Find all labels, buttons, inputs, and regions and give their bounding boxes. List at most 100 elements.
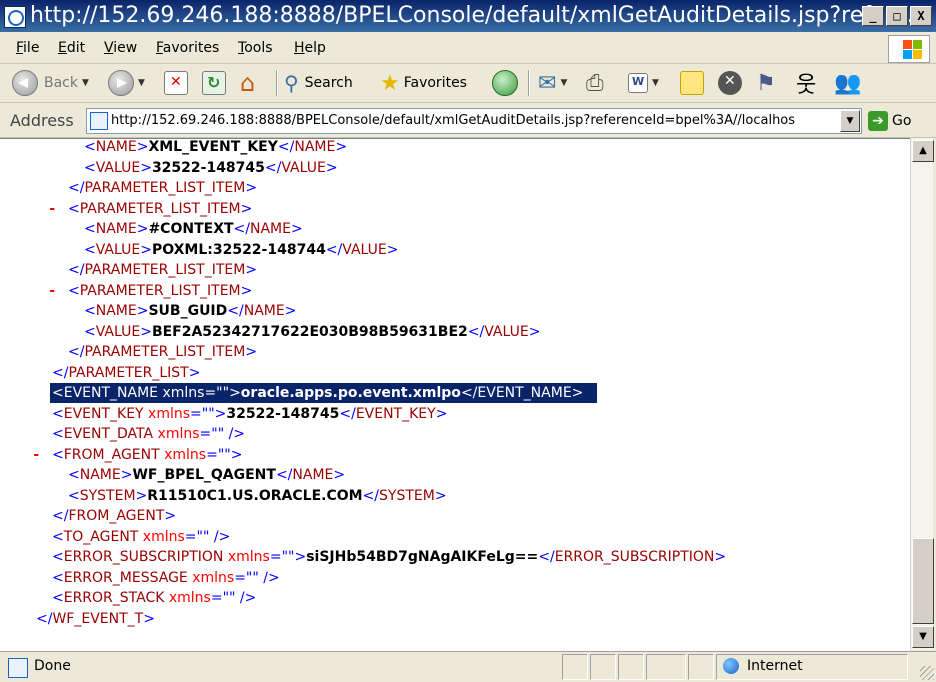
mail-dropdown-icon[interactable]: ▼	[560, 78, 567, 88]
address-input[interactable]: http://152.69.246.188:8888/BPELConsole/d…	[86, 108, 862, 134]
stop-icon: ✕	[164, 71, 188, 95]
window-controls: _ □ X	[862, 6, 932, 26]
menu-edit[interactable]: Edit	[58, 40, 85, 56]
xml-markup: ="" />	[199, 426, 246, 442]
menu-help[interactable]: Help	[294, 40, 326, 56]
home-button[interactable]: ⌂	[240, 68, 255, 98]
xml-text-value: 32522-148745	[151, 159, 265, 176]
xml-tag-name: VALUE	[484, 323, 529, 340]
xml-attribute: xmlns	[164, 590, 211, 606]
menu-view[interactable]: View	[104, 40, 137, 56]
xml-line: - <FROM_AGENT xmlns="">	[32, 445, 242, 465]
back-dropdown-icon[interactable]: ▼	[82, 78, 89, 88]
refresh-button[interactable]: ↻	[202, 68, 226, 98]
xml-line: </WF_EVENT_T>	[36, 609, 155, 629]
discuss-button[interactable]	[680, 68, 704, 98]
home-icon: ⌂	[240, 69, 256, 97]
scroll-up-button[interactable]: ▲	[912, 140, 934, 162]
xml-line: <EVENT_KEY xmlns="">32522-148745</EVENT_…	[52, 404, 447, 424]
xml-text-value: 32522-148745	[226, 405, 340, 422]
browser-window: http://152.69.246.188:8888/BPELConsole/d…	[0, 0, 936, 682]
user-button[interactable]: 웃	[796, 68, 816, 98]
xml-text-value: WF_BPEL_QAGENT	[132, 467, 276, 483]
collapse-toggle-icon[interactable]: -	[48, 199, 56, 219]
edit-button[interactable]: W ▼	[628, 68, 659, 98]
vertical-scrollbar[interactable]: ▲ ▼	[910, 138, 934, 650]
xml-attribute: xmlns	[223, 549, 270, 565]
xml-tag-name: EVENT_KEY	[355, 405, 436, 422]
menu-tools[interactable]: Tools	[238, 40, 273, 56]
maximize-button[interactable]: □	[886, 6, 908, 26]
menu-favorites-accel: F	[156, 40, 163, 56]
collapse-toggle-icon[interactable]: -	[48, 281, 56, 301]
print-button[interactable]: ⎙	[586, 68, 604, 98]
favorites-button[interactable]: ★ Favorites	[380, 68, 467, 98]
xml-markup: >	[386, 241, 399, 258]
xml-line: <VALUE>POXML:32522-148744</VALUE>	[84, 240, 398, 260]
ie-page-icon	[4, 6, 26, 28]
status-panel	[688, 654, 714, 680]
xml-markup: <	[52, 385, 64, 401]
xml-markup: </	[325, 241, 343, 258]
internet-globe-icon	[723, 658, 739, 674]
stop-button[interactable]: ✕	[164, 68, 188, 98]
xml-line: </FROM_AGENT>	[52, 506, 176, 526]
contacts-button[interactable]: 👥	[834, 68, 861, 98]
xml-markup: <	[84, 139, 96, 155]
xml-markup: >	[284, 303, 297, 319]
scroll-thumb[interactable]	[912, 538, 934, 624]
collapse-toggle-icon[interactable]: -	[32, 445, 40, 465]
scroll-down-button[interactable]: ▼	[912, 626, 934, 648]
xml-markup: ="" />	[234, 569, 280, 586]
back-label: Back	[44, 75, 78, 91]
resize-grip-icon[interactable]	[920, 666, 934, 680]
mail-button[interactable]: ✉ ▼	[538, 68, 567, 98]
xml-tag-name: FROM_AGENT	[68, 508, 165, 524]
xml-line: <ERROR_SUBSCRIPTION xmlns="">siSJHb54BD7…	[52, 547, 726, 567]
history-button[interactable]	[492, 68, 518, 98]
minimize-button[interactable]: _	[862, 6, 884, 26]
xml-markup: <	[68, 282, 80, 299]
xml-text-value: BEF2A52342717622E030B98B59631BE2	[151, 323, 468, 340]
xml-markup: >	[435, 405, 448, 422]
go-button[interactable]: ➔ Go	[868, 110, 911, 132]
xml-attribute: xmlns	[143, 405, 191, 422]
xml-markup: >	[136, 221, 149, 237]
menu-file[interactable]: File	[16, 40, 39, 56]
xml-line: <NAME>SUB_GUID</NAME>	[84, 301, 296, 321]
user-icon: 웃	[796, 73, 817, 98]
xml-markup: >	[120, 467, 133, 483]
xml-markup: </	[467, 323, 485, 340]
xml-markup: >	[164, 508, 177, 524]
xml-markup: >	[333, 467, 346, 483]
xml-markup: <	[68, 487, 80, 504]
xml-markup: </	[538, 549, 555, 565]
status-panel	[590, 654, 616, 680]
forward-button[interactable]: ▼	[108, 68, 145, 98]
windows-logo-icon	[888, 35, 930, 63]
menu-help-label: elp	[304, 40, 326, 56]
xml-markup: </	[277, 139, 295, 155]
xml-tag-name: NAME	[250, 221, 291, 237]
status-panel	[618, 654, 644, 680]
xml-markup: <	[52, 569, 64, 586]
close-button[interactable]: X	[910, 6, 932, 26]
status-text: Done	[34, 658, 71, 674]
messenger-button[interactable]: ✕	[718, 68, 742, 98]
xml-markup: </	[275, 467, 293, 483]
search-button[interactable]: ⚲ Search	[284, 68, 353, 98]
back-button[interactable]: Back ▼	[12, 68, 89, 98]
forward-dropdown-icon[interactable]: ▼	[138, 78, 145, 88]
title-bar[interactable]: http://152.69.246.188:8888/BPELConsole/d…	[0, 0, 936, 32]
menu-bar: File Edit View Favorites Tools Help	[0, 33, 936, 64]
xml-tag-name: VALUE	[95, 159, 141, 176]
menu-edit-accel: E	[58, 40, 67, 56]
xml-tag-name: PARAMETER_LIST_ITEM	[84, 180, 246, 196]
xml-markup: ="" />	[210, 590, 257, 606]
research-button[interactable]: ⚑	[756, 68, 776, 98]
address-url[interactable]: http://152.69.246.188:8888/BPELConsole/d…	[111, 113, 841, 128]
xml-document-view[interactable]: <NAME>XML_EVENT_KEY</NAME> <VALUE>32522-1…	[0, 138, 910, 651]
address-dropdown-icon[interactable]: ▼	[840, 110, 860, 132]
edit-dropdown-icon[interactable]: ▼	[652, 78, 659, 88]
menu-favorites[interactable]: Favorites	[156, 40, 219, 56]
